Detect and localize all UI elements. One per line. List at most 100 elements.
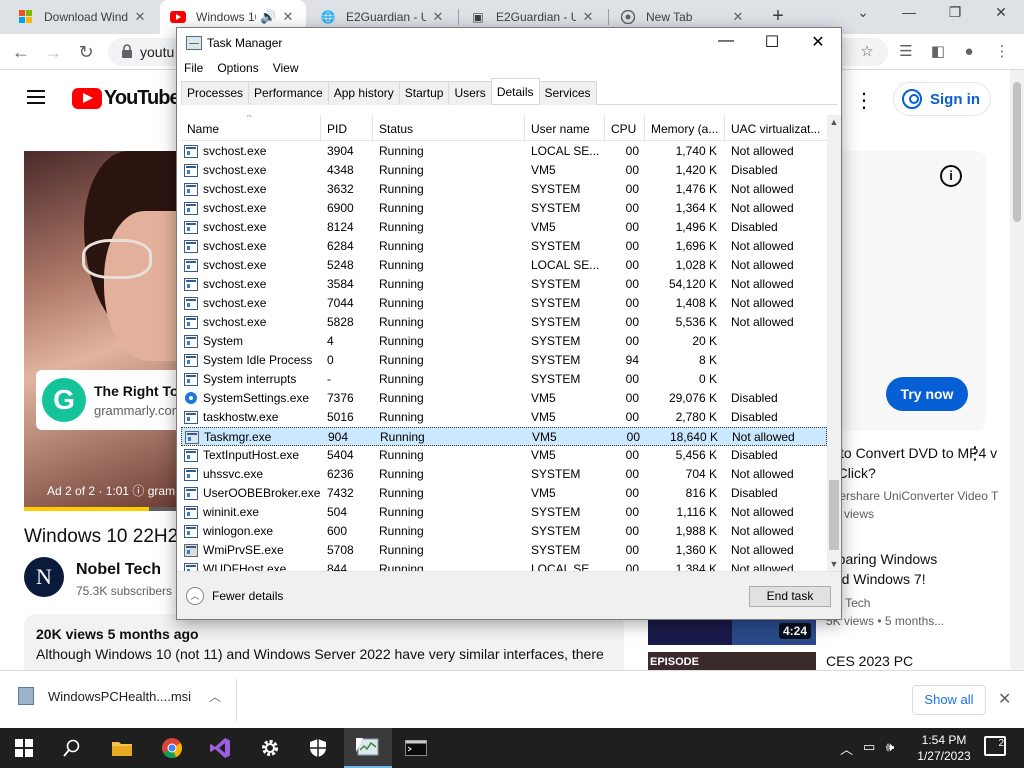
table-row[interactable]: svchost.exe 6284 Running SYSTEM 00 1,696 K Not… (181, 237, 827, 256)
try-now-button[interactable]: Try now (886, 377, 968, 411)
restore-icon[interactable]: ❐ (943, 4, 967, 21)
column-header-status[interactable]: Status (373, 115, 525, 141)
new-tab-button[interactable]: + (766, 5, 790, 29)
sign-in-button[interactable]: Sign in (893, 82, 991, 116)
table-row[interactable]: svchost.exe 5248 Running LOCAL SE... 00 1,028… (181, 256, 827, 275)
chrome-taskbar-button[interactable] (148, 728, 196, 768)
close-window-icon[interactable]: ✕ (989, 4, 1013, 21)
tab-startup[interactable]: Startup (398, 81, 450, 105)
minimize-icon[interactable]: — (703, 32, 749, 50)
column-header-name[interactable]: ^ Name (181, 115, 321, 141)
table-scrollbar[interactable]: ▲ ▼ (827, 115, 841, 571)
fewer-details-button[interactable]: ︿ Fewer details (186, 587, 283, 605)
forward-arrow-icon[interactable]: → (42, 41, 64, 63)
show-all-button[interactable]: Show all (912, 685, 986, 715)
visual-studio-button[interactable] (196, 728, 244, 768)
table-row[interactable]: WmiPrvSE.exe 5708 Running SYSTEM 00 1,360 K No… (181, 541, 827, 560)
table-row[interactable]: svchost.exe 3632 Running SYSTEM 00 1,476 K Not… (181, 180, 827, 199)
close-icon[interactable]: ✕ (730, 9, 746, 25)
table-row[interactable]: svchost.exe 7044 Running SYSTEM 00 1,408 K Not… (181, 294, 827, 313)
table-row[interactable]: winlogon.exe 600 Running SYSTEM 00 1,988 K Not… (181, 522, 827, 541)
table-row[interactable]: taskhostw.exe 5016 Running VM5 00 2,780 K Disa… (181, 408, 827, 427)
hamburger-menu-icon[interactable] (27, 90, 45, 104)
info-icon[interactable]: i (940, 165, 962, 187)
menu-view[interactable]: View (266, 58, 306, 80)
channel-avatar[interactable]: N (24, 557, 64, 597)
tab-services[interactable]: Services (538, 81, 597, 105)
close-icon[interactable]: ✕ (132, 9, 148, 25)
column-header-user-name[interactable]: User name (525, 115, 605, 141)
table-row[interactable]: svchost.exe 3584 Running SYSTEM 00 54,120 K No… (181, 275, 827, 294)
table-row[interactable]: svchost.exe 6900 Running SYSTEM 00 1,364 K Not… (181, 199, 827, 218)
taskbar-clock[interactable]: 1:54 PM 1/27/2023 (912, 732, 976, 764)
table-row[interactable]: wininit.exe 504 Running SYSTEM 00 1,116 K Not … (181, 503, 827, 522)
video-description[interactable]: 20K views 5 months ago Although Windows … (24, 614, 624, 670)
column-header-uac[interactable]: UAC virtualizat... (725, 115, 827, 141)
reading-list-icon[interactable]: ☰ (896, 42, 916, 62)
chrome-menu-icon[interactable]: ⋮ (992, 42, 1012, 62)
youtube-logo[interactable]: YouTube (72, 87, 181, 110)
volume-icon[interactable]: 🕪 (886, 739, 894, 755)
network-icon[interactable]: ▭ (863, 739, 875, 755)
tab-processes[interactable]: Processes (181, 81, 250, 105)
rec-title[interactable]: CES 2023 PC (826, 653, 913, 669)
close-icon[interactable]: ✕ (280, 9, 296, 25)
column-header-pid[interactable]: PID (321, 115, 373, 141)
tab-search-icon[interactable]: ⌄ (851, 4, 875, 21)
table-row[interactable]: System Idle Process 0 Running SYSTEM 94 8 K (181, 351, 827, 370)
minimize-icon[interactable]: — (897, 4, 921, 20)
table-row[interactable]: TextInputHost.exe 5404 Running VM5 00 5,456 K… (181, 446, 827, 465)
chevron-up-icon[interactable]: ︿ (840, 739, 853, 758)
tab-performance[interactable]: Performance (248, 81, 329, 105)
table-row[interactable]: System interrupts - Running SYSTEM 00 0 K (181, 370, 827, 389)
scroll-down-icon[interactable]: ▼ (827, 557, 841, 571)
table-row[interactable]: svchost.exe 4348 Running VM5 00 1,420 K Disabl… (181, 161, 827, 180)
table-row[interactable]: svchost.exe 5828 Running SYSTEM 00 5,536 K Not… (181, 313, 827, 332)
settings-kebab-icon[interactable]: ⋮ (854, 88, 874, 113)
tab-details[interactable]: Details (490, 78, 540, 104)
table-row[interactable]: WUDFHost.exe 844 Running LOCAL SE... 00 1,384… (181, 560, 827, 571)
table-row[interactable]: UserOOBEBroker.exe 7432 Running VM5 00 816 K D… (181, 484, 827, 503)
end-task-button[interactable]: End task (749, 586, 831, 607)
side-panel-icon[interactable]: ◧ (928, 42, 948, 62)
chevron-up-icon[interactable]: ︿ (209, 688, 221, 705)
table-row[interactable]: System 4 Running SYSTEM 00 20 K (181, 332, 827, 351)
ad-overlay-card[interactable]: G The Right Tone grammarly.com (36, 370, 180, 430)
reload-icon[interactable]: ↻ (75, 41, 97, 63)
table-row[interactable]: svchost.exe 3904 Running LOCAL SE... 00 1,740… (181, 142, 827, 161)
rec-thumbnail[interactable]: EPISODE (648, 652, 816, 670)
terminal-button[interactable] (392, 728, 440, 768)
rec-menu-icon[interactable]: ⋮ (966, 443, 984, 464)
maximize-icon[interactable]: ☐ (749, 32, 795, 52)
tab-users[interactable]: Users (448, 81, 492, 105)
ad-progress-bar[interactable] (24, 507, 180, 511)
table-row[interactable]: Taskmgr.exe 904 Running VM5 00 18,640 K Not al… (181, 427, 827, 446)
close-icon[interactable]: ✕ (795, 32, 841, 52)
speaker-icon[interactable]: 🔊 (260, 9, 276, 25)
back-arrow-icon[interactable]: ← (10, 41, 32, 63)
close-icon[interactable]: ✕ (998, 689, 1011, 709)
page-scrollbar[interactable] (1010, 70, 1024, 670)
task-manager-titlebar[interactable]: Task Manager — ☐ ✕ (177, 28, 841, 58)
start-button[interactable] (0, 728, 48, 768)
scroll-up-icon[interactable]: ▲ (827, 115, 841, 129)
video-player[interactable] (24, 151, 180, 511)
rec-title[interactable]: mparing Windows (826, 551, 937, 567)
search-button[interactable] (48, 728, 96, 768)
download-item[interactable]: WindowsPCHealth....msi ︿ (18, 687, 221, 705)
column-header-memory[interactable]: Memory (a... (645, 115, 725, 141)
close-icon[interactable]: ✕ (430, 9, 446, 25)
settings-button[interactable] (246, 728, 294, 768)
bookmark-star-icon[interactable]: ☆ (857, 42, 877, 62)
page-scrollbar-thumb[interactable] (1013, 82, 1021, 222)
file-explorer-button[interactable] (98, 728, 146, 768)
table-scrollbar-thumb[interactable] (829, 480, 839, 550)
tab-app-history[interactable]: App history (327, 81, 400, 105)
column-header-cpu[interactable]: CPU (605, 115, 645, 141)
table-row[interactable]: svchost.exe 8124 Running VM5 00 1,496 K Disabl… (181, 218, 827, 237)
notification-center-icon[interactable]: 2 (984, 736, 1006, 756)
security-button[interactable] (294, 728, 342, 768)
close-icon[interactable]: ✕ (580, 9, 596, 25)
browser-tab-download-windows[interactable]: Download Wind ✕ (8, 0, 158, 34)
profile-icon[interactable]: ● (959, 42, 979, 62)
